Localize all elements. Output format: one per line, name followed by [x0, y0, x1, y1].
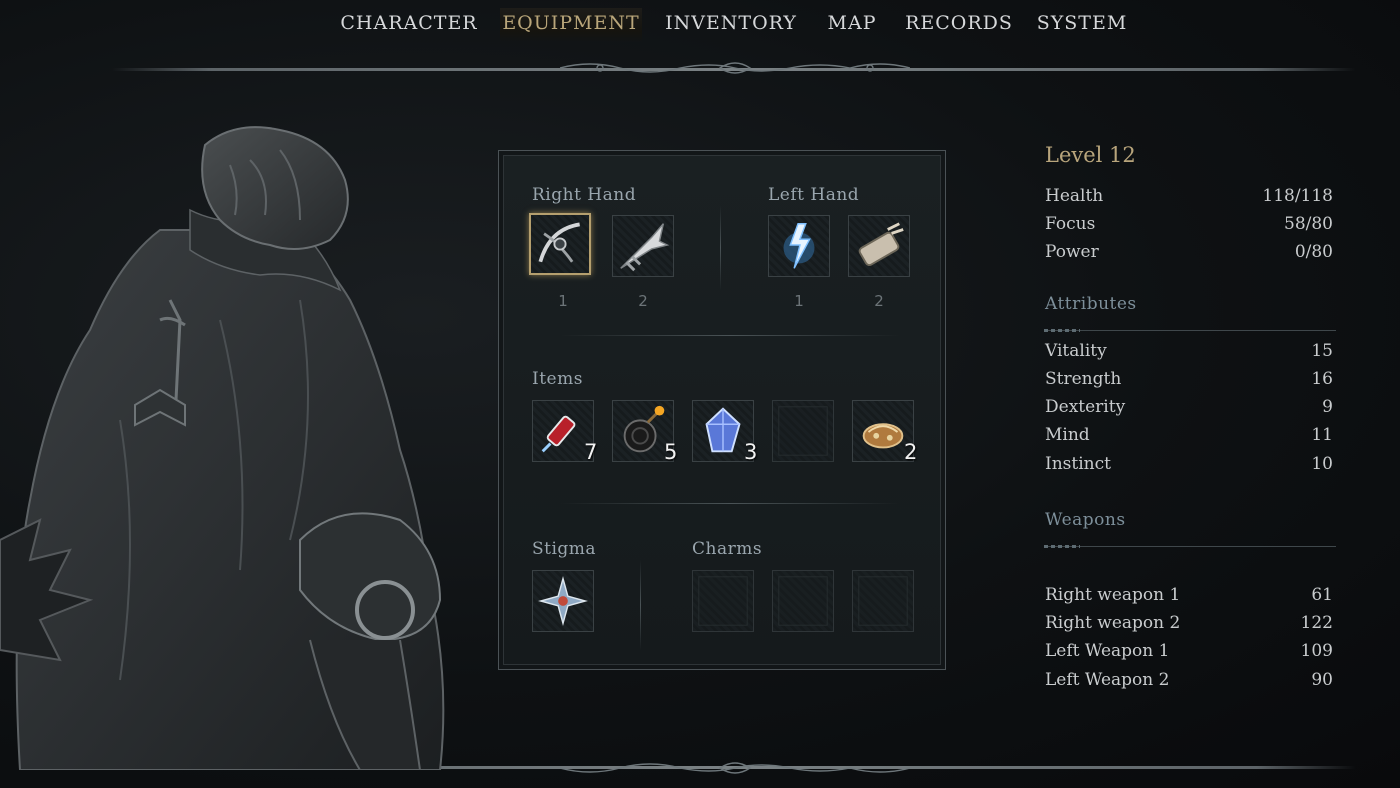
- left-hand-title: Left Hand: [768, 185, 860, 205]
- gauntlet-weapon-icon: [858, 222, 904, 267]
- stat-value: 16: [1311, 369, 1333, 389]
- weapons-line: [1044, 545, 1336, 548]
- stat-value: 61: [1311, 585, 1333, 605]
- empty-slot-icon: [778, 406, 828, 456]
- stat-value: 90: [1311, 670, 1333, 690]
- charm-slot-2[interactable]: [772, 570, 834, 632]
- stat-right-weapon-2: Right weapon 2 122: [1045, 613, 1333, 637]
- attributes-heading: Attributes: [1045, 294, 1137, 314]
- stat-label: Right weapon 2: [1045, 613, 1181, 633]
- character-portrait: [0, 126, 445, 770]
- items-title: Items: [532, 369, 583, 389]
- stat-left-weapon-2: Left Weapon 2 90: [1045, 670, 1333, 694]
- stat-strength: Strength 16: [1045, 369, 1333, 393]
- stat-mind: Mind 11: [1045, 425, 1333, 449]
- stat-vitality: Vitality 15: [1045, 341, 1333, 365]
- stat-power: Power 0/80: [1045, 242, 1333, 266]
- items-divider-top: [560, 335, 900, 336]
- stat-value: 15: [1311, 341, 1333, 361]
- stigma-title: Stigma: [532, 539, 597, 559]
- stat-health: Health 118/118: [1045, 186, 1333, 210]
- charm-slot-1[interactable]: [692, 570, 754, 632]
- stat-label: Focus: [1045, 214, 1096, 234]
- right-hand-slot-2[interactable]: [612, 215, 674, 277]
- right-hand-slot-2-number: 2: [638, 292, 648, 310]
- stat-focus: Focus 58/80: [1045, 214, 1333, 238]
- items-divider-bottom: [560, 503, 900, 504]
- tab-map[interactable]: MAP: [818, 8, 886, 42]
- charms-title: Charms: [692, 539, 763, 559]
- crossbow-weapon-icon: [538, 222, 580, 263]
- stat-left-weapon-1: Left Weapon 1 109: [1045, 641, 1333, 665]
- left-hand-slot-1-number: 1: [794, 292, 804, 310]
- stat-value: 58/80: [1284, 214, 1333, 234]
- stat-value: 118/118: [1262, 186, 1333, 206]
- tab-inventory[interactable]: INVENTORY: [660, 8, 802, 42]
- stigma-charms-divider: [640, 560, 641, 650]
- attributes-line: [1044, 329, 1336, 332]
- item-count-1: 7: [584, 440, 598, 464]
- tab-records[interactable]: RECORDS: [900, 8, 1018, 42]
- stat-label: Instinct: [1045, 454, 1111, 474]
- item-count-2: 5: [664, 440, 678, 464]
- stat-label: Strength: [1045, 369, 1122, 389]
- stat-value: 109: [1300, 641, 1333, 661]
- item-slot-4[interactable]: [772, 400, 834, 462]
- tab-character[interactable]: CHARACTER: [334, 8, 484, 42]
- right-hand-slot-1[interactable]: [529, 213, 591, 275]
- item-count-3: 3: [744, 440, 758, 464]
- weapons-heading: Weapons: [1045, 510, 1126, 530]
- stat-value: 0/80: [1294, 242, 1333, 262]
- stat-value: 9: [1322, 397, 1333, 417]
- item-count-5: 2: [904, 440, 918, 464]
- tab-equipment[interactable]: EQUIPMENT: [500, 8, 642, 42]
- left-hand-slot-1[interactable]: [768, 215, 830, 277]
- bottom-ornament-flourish: [560, 762, 910, 774]
- stat-label: Right weapon 1: [1045, 585, 1181, 605]
- top-ornament-flourish: [560, 62, 910, 74]
- right-hand-slot-1-number: 1: [558, 292, 568, 310]
- stat-instinct: Instinct 10: [1045, 454, 1333, 478]
- empty-slot-icon: [698, 576, 748, 626]
- charm-slot-3[interactable]: [852, 570, 914, 632]
- stigma-sigil-icon: [538, 576, 588, 626]
- stat-value: 10: [1311, 454, 1333, 474]
- stigma-slot-1[interactable]: [532, 570, 594, 632]
- stat-dexterity: Dexterity 9: [1045, 397, 1333, 421]
- empty-slot-icon: [778, 576, 828, 626]
- bone-claw-weapon-icon: [620, 223, 670, 272]
- top-navigation: CHARACTER EQUIPMENT INVENTORY MAP RECORD…: [0, 0, 1400, 60]
- stat-label: Power: [1045, 242, 1099, 262]
- left-hand-slot-2-number: 2: [874, 292, 884, 310]
- stat-value: 122: [1300, 613, 1333, 633]
- hand-divider: [720, 205, 721, 290]
- stat-label: Mind: [1045, 425, 1090, 445]
- character-level: Level 12: [1045, 143, 1136, 167]
- stat-label: Left Weapon 2: [1045, 670, 1170, 690]
- stat-label: Vitality: [1045, 341, 1107, 361]
- right-hand-title: Right Hand: [532, 185, 637, 205]
- tab-system[interactable]: SYSTEM: [1032, 8, 1132, 42]
- stat-label: Health: [1045, 186, 1104, 206]
- empty-slot-icon: [858, 576, 908, 626]
- stat-label: Dexterity: [1045, 397, 1126, 417]
- lightning-spell-icon: [783, 223, 815, 269]
- stat-label: Left Weapon 1: [1045, 641, 1170, 661]
- stat-right-weapon-1: Right weapon 1 61: [1045, 585, 1333, 609]
- stat-value: 11: [1311, 425, 1333, 445]
- left-hand-slot-2[interactable]: [848, 215, 910, 277]
